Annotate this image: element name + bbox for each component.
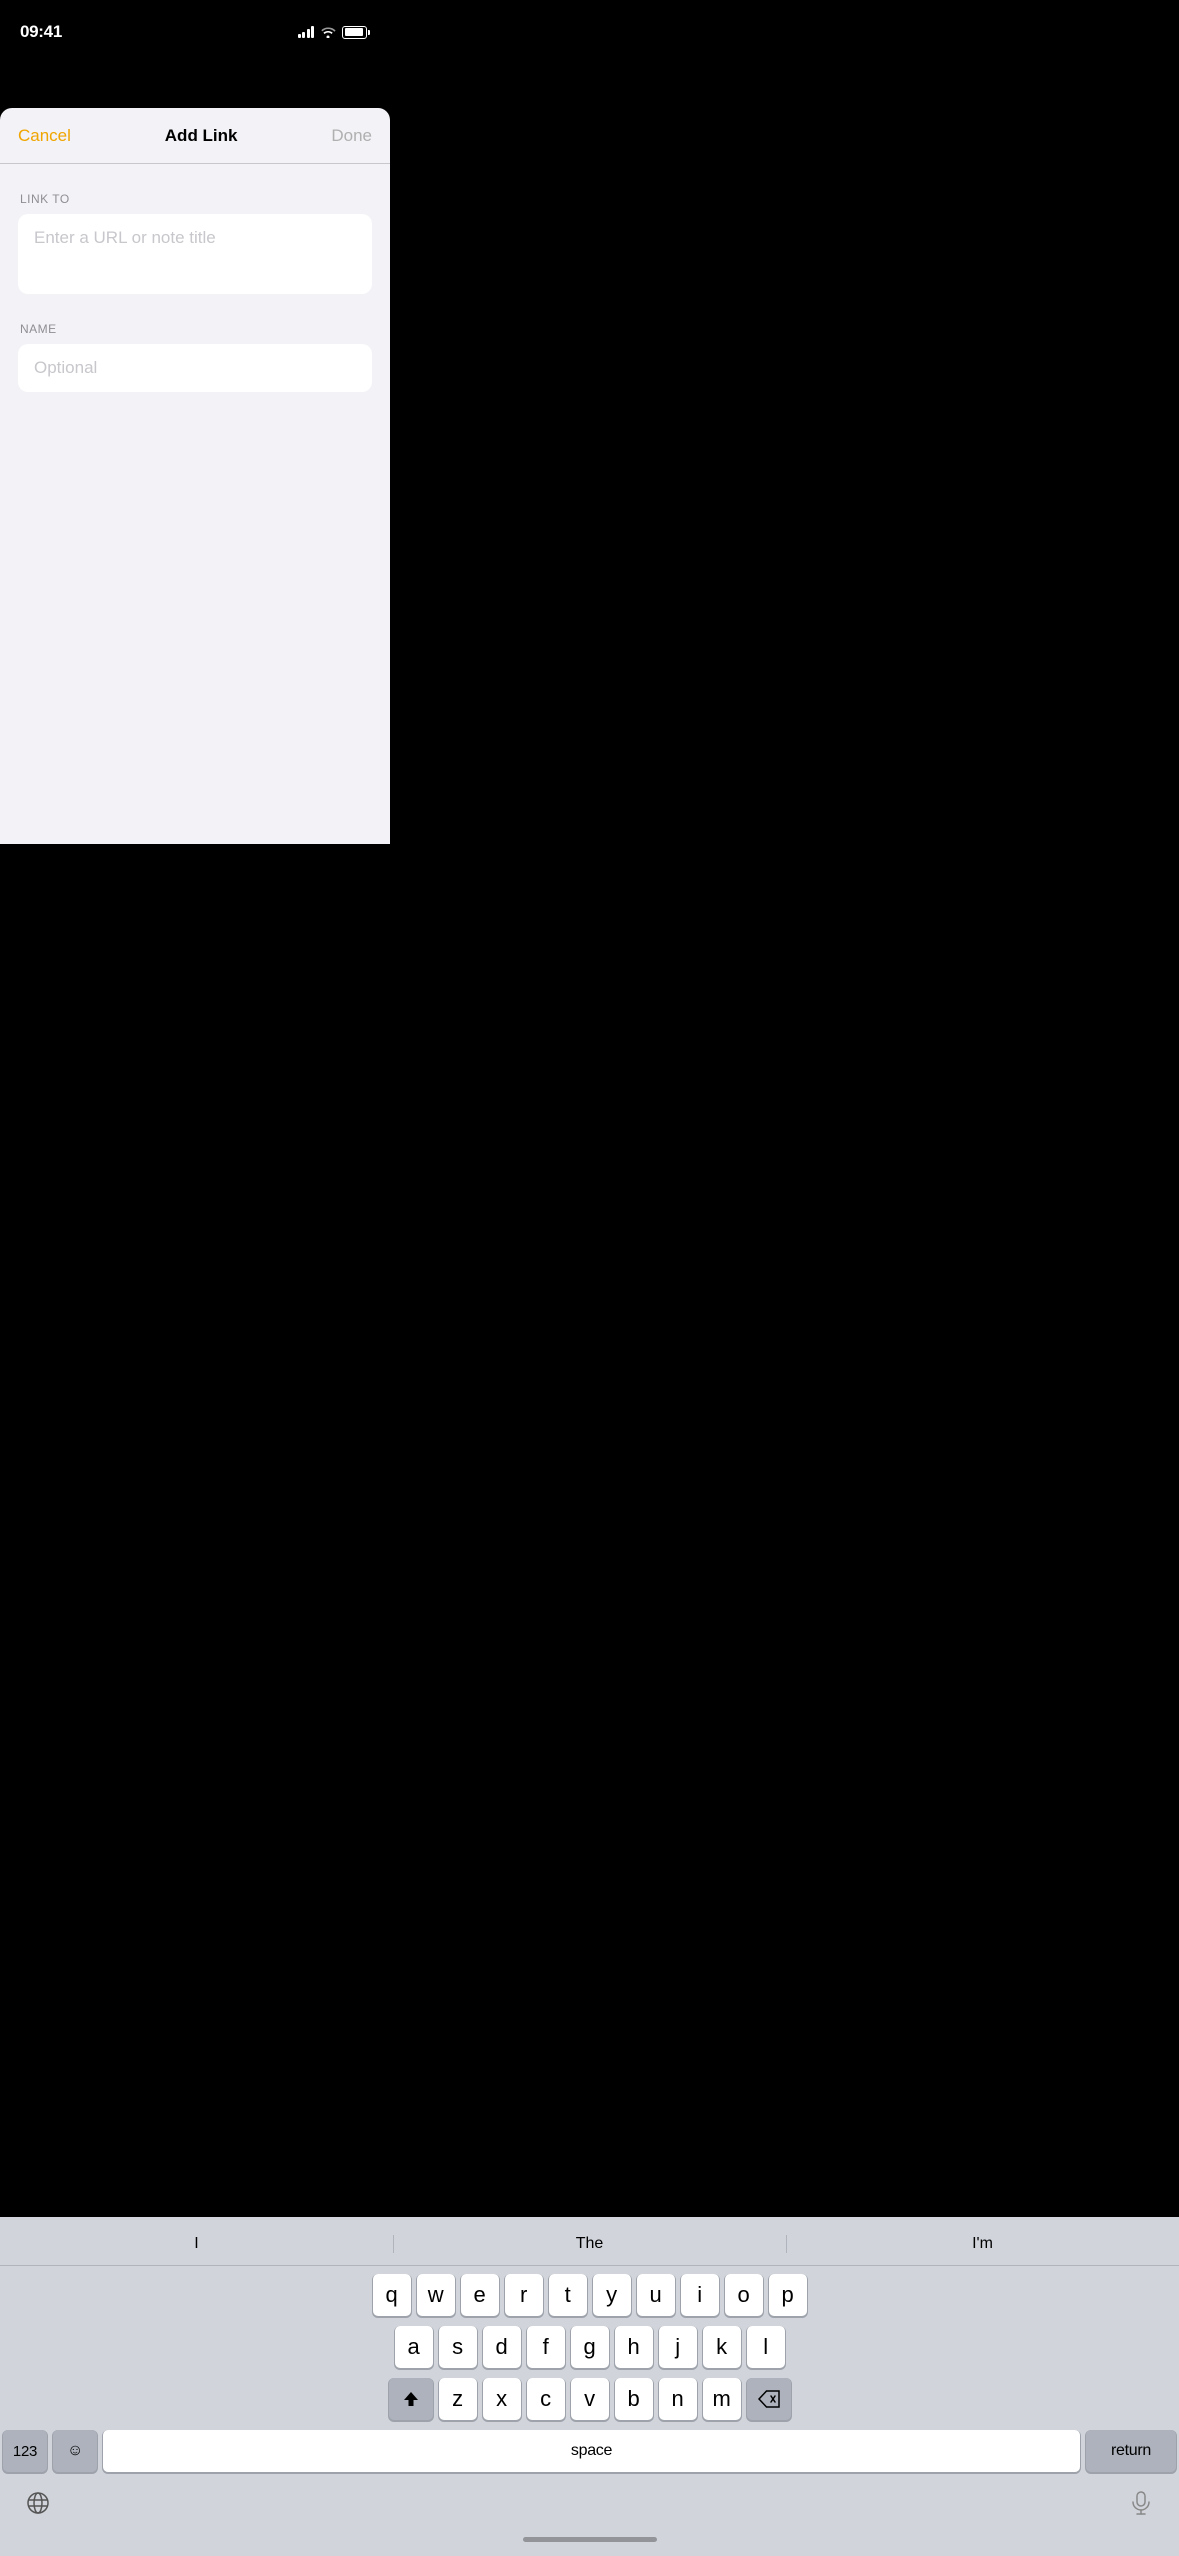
numbers-key[interactable]: 123 — [3, 2430, 47, 2472]
signal-icon — [298, 26, 315, 38]
key-f[interactable]: f — [527, 2326, 565, 2368]
name-input[interactable]: Optional — [18, 344, 372, 392]
key-i[interactable]: i — [681, 2274, 719, 2316]
shift-key[interactable] — [389, 2378, 433, 2420]
key-j[interactable]: j — [659, 2326, 697, 2368]
key-r[interactable]: r — [505, 2274, 543, 2316]
key-w[interactable]: w — [417, 2274, 455, 2316]
key-u[interactable]: u — [637, 2274, 675, 2316]
return-key[interactable]: return — [1086, 2430, 1176, 2472]
key-n[interactable]: n — [659, 2378, 697, 2420]
autocomplete-bar: I The I'm — [0, 2227, 1179, 2266]
key-row-3: z x c v b n m — [3, 2378, 1176, 2420]
key-d[interactable]: d — [483, 2326, 521, 2368]
done-button[interactable]: Done — [331, 126, 372, 146]
key-t[interactable]: t — [549, 2274, 587, 2316]
nav-bar: Cancel Add Link Done — [0, 108, 390, 164]
status-icons — [298, 26, 371, 39]
key-row-4: 123 ☺ space return — [3, 2430, 1176, 2472]
keyboard-rows: q w e r t y u i o p a s d f g h j k l — [0, 2266, 1179, 2476]
key-a[interactable]: a — [395, 2326, 433, 2368]
key-e[interactable]: e — [461, 2274, 499, 2316]
key-c[interactable]: c — [527, 2378, 565, 2420]
sheet: Cancel Add Link Done LINK TO Enter a URL… — [0, 108, 390, 844]
key-s[interactable]: s — [439, 2326, 477, 2368]
key-x[interactable]: x — [483, 2378, 521, 2420]
key-h[interactable]: h — [615, 2326, 653, 2368]
key-row-1: q w e r t y u i o p — [3, 2274, 1176, 2316]
key-z[interactable]: z — [439, 2378, 477, 2420]
key-v[interactable]: v — [571, 2378, 609, 2420]
emoji-key[interactable]: ☺ — [53, 2430, 97, 2472]
form-area: LINK TO Enter a URL or note title NAME O… — [0, 164, 390, 392]
name-placeholder: Optional — [34, 358, 97, 378]
keyboard: I The I'm q w e r t y u i o p a s d f g … — [0, 2217, 1179, 2556]
key-o[interactable]: o — [725, 2274, 763, 2316]
microphone-icon[interactable] — [1119, 2484, 1163, 2522]
autocomplete-item-2[interactable]: The — [393, 2231, 786, 2257]
battery-icon — [342, 26, 370, 39]
key-q[interactable]: q — [373, 2274, 411, 2316]
home-bar — [523, 2537, 657, 2542]
key-p[interactable]: p — [769, 2274, 807, 2316]
nav-title: Add Link — [165, 126, 238, 146]
name-label: NAME — [18, 322, 372, 336]
link-to-field-group: LINK TO Enter a URL or note title — [18, 192, 372, 294]
key-g[interactable]: g — [571, 2326, 609, 2368]
cancel-button[interactable]: Cancel — [18, 126, 71, 146]
globe-icon[interactable] — [16, 2484, 60, 2522]
key-l[interactable]: l — [747, 2326, 785, 2368]
key-y[interactable]: y — [593, 2274, 631, 2316]
backspace-key[interactable] — [747, 2378, 791, 2420]
link-to-placeholder: Enter a URL or note title — [34, 228, 216, 248]
name-field-group: NAME Optional — [18, 322, 372, 392]
autocomplete-item-1[interactable]: I — [0, 2231, 393, 2257]
wifi-icon — [320, 26, 336, 38]
key-m[interactable]: m — [703, 2378, 741, 2420]
key-b[interactable]: b — [615, 2378, 653, 2420]
home-indicator — [0, 2522, 1179, 2556]
status-time: 09:41 — [20, 22, 62, 42]
status-bar: 09:41 — [0, 0, 390, 50]
link-to-input[interactable]: Enter a URL or note title — [18, 214, 372, 294]
keyboard-bottom-row — [0, 2476, 1179, 2522]
autocomplete-item-3[interactable]: I'm — [786, 2231, 1179, 2257]
key-row-2: a s d f g h j k l — [3, 2326, 1176, 2368]
key-k[interactable]: k — [703, 2326, 741, 2368]
space-key[interactable]: space — [103, 2430, 1080, 2472]
link-to-label: LINK TO — [18, 192, 372, 206]
